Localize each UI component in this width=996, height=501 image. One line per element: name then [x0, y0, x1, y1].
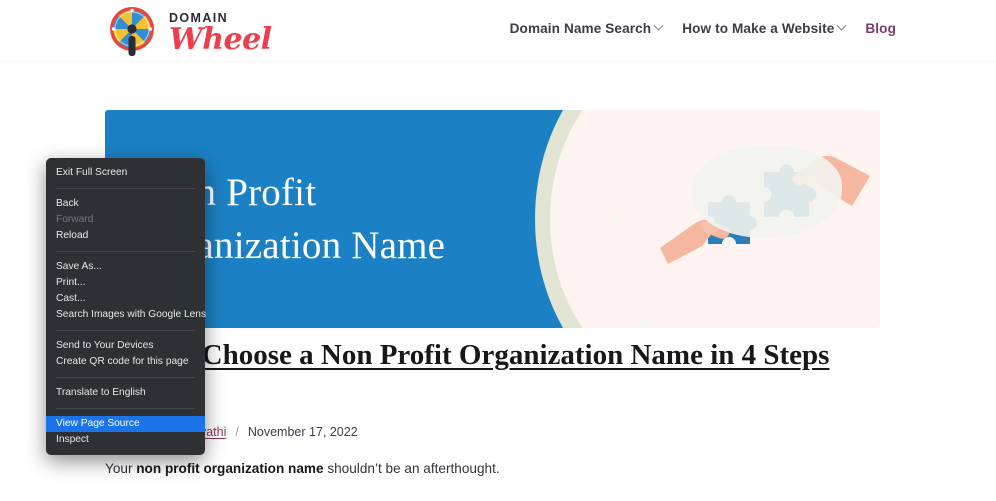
context-menu-separator — [56, 377, 195, 378]
page-title: How to Choose a Non Profit Organization … — [105, 339, 830, 371]
byline-separator: / — [235, 424, 239, 439]
banner-arc-dot — [610, 215, 621, 226]
intro-text-bold: non profit organization name — [136, 461, 324, 476]
context-menu-group: Translate to English — [46, 383, 205, 403]
chevron-down-icon — [653, 20, 664, 31]
hero-banner: ...on Profit ...ganization Name — [105, 110, 880, 328]
context-menu-item-back[interactable]: Back — [46, 196, 205, 212]
context-menu-item-save-as[interactable]: Save As... — [46, 259, 205, 275]
logo-wheel-text: Wheel — [169, 22, 272, 58]
context-menu-item-create-qr-code[interactable]: Create QR code for this page — [46, 354, 205, 370]
context-menu-item-translate-to-english[interactable]: Translate to English — [46, 385, 205, 401]
browser-page: DOMAIN Wheel Domain Name Search How to M… — [0, 0, 996, 501]
post-date: November 17, 2022 — [247, 424, 358, 439]
prize-wheel-icon — [104, 4, 160, 60]
context-menu-item-exit-full-screen[interactable]: Exit Full Screen — [46, 165, 205, 181]
intro-paragraph: Your non profit organization name should… — [105, 459, 500, 479]
context-menu-separator — [56, 330, 195, 331]
chevron-down-icon — [836, 20, 847, 31]
context-menu-group: Back Forward Reload — [46, 194, 205, 246]
nav-label: How to Make a Website — [682, 21, 835, 36]
nav-label: Blog — [865, 21, 896, 36]
context-menu-item-reload[interactable]: Reload — [46, 228, 205, 244]
browser-context-menu[interactable]: Exit Full Screen Back Forward Reload Sav… — [46, 158, 206, 455]
context-menu-group: Save As... Print... Cast... Search Image… — [46, 257, 206, 325]
context-menu-item-send-to-your-devices[interactable]: Send to Your Devices — [46, 338, 205, 354]
context-menu-group: Send to Your Devices Create QR code for … — [46, 336, 205, 372]
nav-label: Domain Name Search — [509, 21, 652, 36]
context-menu-item-search-images-with-google-lens[interactable]: Search Images with Google Lens — [46, 307, 206, 323]
context-menu-separator — [56, 188, 195, 189]
intro-text-after: shouldn’t be an afterthought. — [323, 461, 500, 476]
nav-item-how-to-make-a-website[interactable]: How to Make a Website — [682, 20, 847, 36]
nav-item-domain-name-search[interactable]: Domain Name Search — [509, 20, 664, 36]
context-menu-item-view-page-source[interactable]: View Page Source — [46, 416, 205, 432]
main-navigation: Domain Name Search How to Make a Website… — [509, 20, 896, 36]
site-logo[interactable]: DOMAIN Wheel — [104, 4, 272, 60]
intro-text-before: Your — [105, 461, 137, 476]
site-header: DOMAIN Wheel Domain Name Search How to M… — [0, 0, 996, 62]
banner-arc-dot-secondary — [639, 321, 649, 328]
context-menu-separator — [56, 251, 195, 252]
context-menu-separator — [56, 408, 195, 409]
context-menu-group: Exit Full Screen — [46, 163, 205, 183]
puzzle-illustration — [660, 138, 870, 288]
context-menu-item-print[interactable]: Print... — [46, 275, 205, 291]
context-menu-item-inspect[interactable]: Inspect — [46, 432, 205, 448]
context-menu-item-cast[interactable]: Cast... — [46, 291, 205, 307]
context-menu-group: View Page Source Inspect — [46, 414, 205, 450]
nav-item-blog[interactable]: Blog — [865, 21, 896, 36]
context-menu-item-forward: Forward — [56, 214, 94, 225]
